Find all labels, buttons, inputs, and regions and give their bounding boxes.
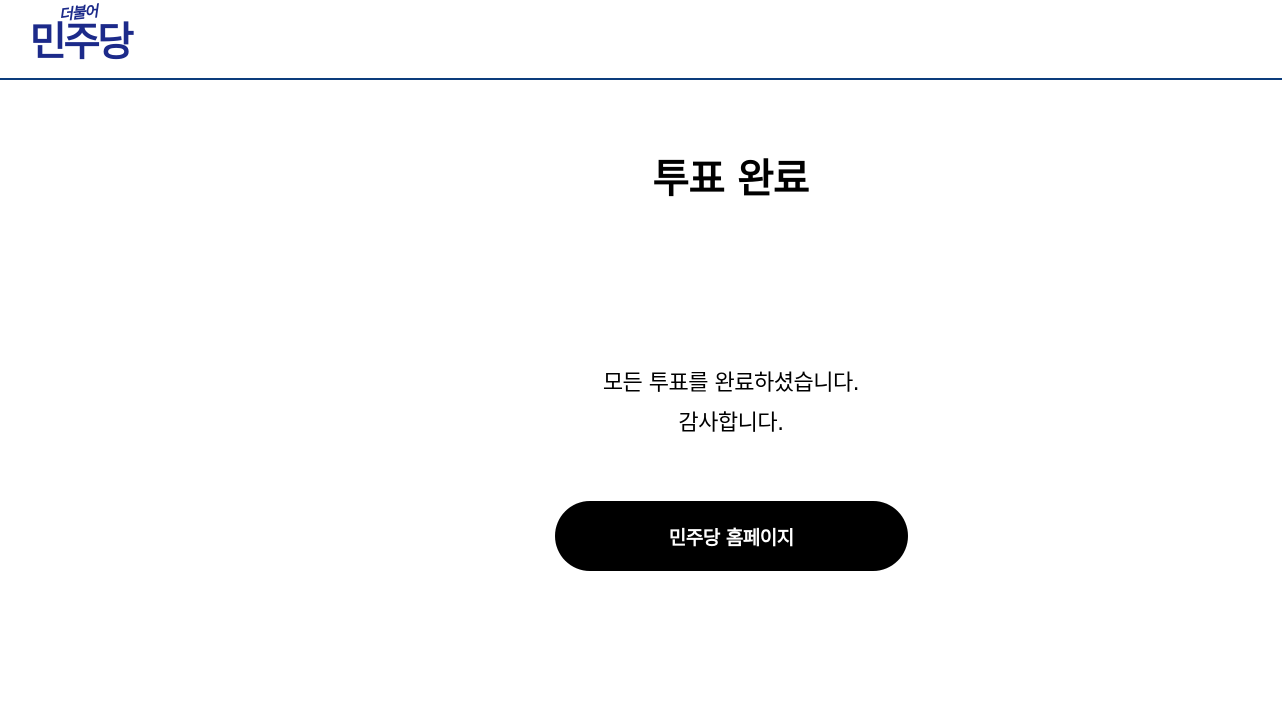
homepage-button[interactable]: 민주당 홈페이지 bbox=[555, 501, 908, 571]
message-line-1: 모든 투표를 완료하셨습니다. bbox=[602, 371, 860, 396]
message-line-2: 감사합니다. bbox=[678, 411, 784, 436]
page-title: 투표 완료 bbox=[652, 156, 810, 202]
party-logo[interactable]: 더불어 민주당 bbox=[30, 2, 146, 66]
header: 더불어 민주당 bbox=[0, 0, 1282, 80]
completion-message: 모든 투표를 완료하셨습니다. 감사합니다. bbox=[0, 364, 1282, 444]
main-content: 투표 완료 모든 투표를 완료하셨습니다. 감사합니다. bbox=[0, 80, 1282, 716]
logo-main-text: 민주당 bbox=[30, 19, 134, 65]
